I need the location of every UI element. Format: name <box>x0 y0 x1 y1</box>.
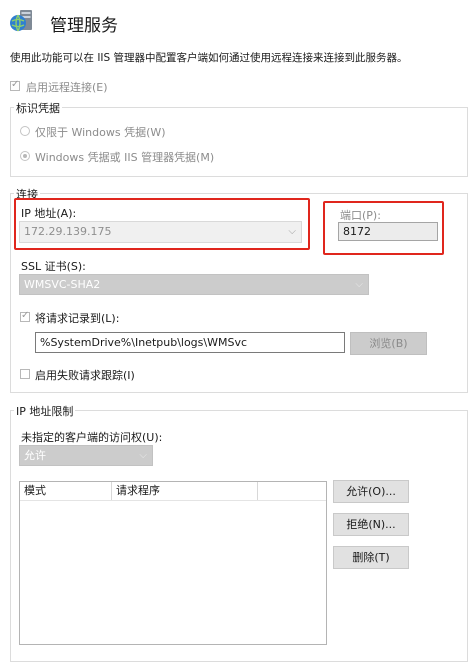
credentials-legend: 标识凭据 <box>14 100 62 116</box>
page-title: 管理服务 <box>50 16 118 36</box>
server-globe-icon <box>9 8 35 34</box>
credentials-group <box>10 107 468 177</box>
failed-request-tracing-checkbox[interactable] <box>20 369 30 379</box>
port-input[interactable]: 8172 <box>338 222 438 241</box>
log-requests-label: 将请求记录到(L): <box>35 312 120 325</box>
chevron-down-icon: ⌵ <box>288 226 296 237</box>
failed-request-tracing-label: 启用失败请求跟踪(I) <box>35 369 135 382</box>
chevron-down-icon: ⌵ <box>355 279 363 290</box>
ssl-certificate-combo[interactable]: WMSVC-SHA2 ⌵ <box>19 274 369 295</box>
allow-button[interactable]: 允许(O)... <box>333 480 409 503</box>
deny-button[interactable]: 拒绝(N)... <box>333 513 409 536</box>
windows-credentials-label: 仅限于 Windows 凭据(W) <box>35 126 166 139</box>
ip-address-combo[interactable]: 172.29.139.175 ⌵ <box>19 221 302 243</box>
port-label: 端口(P): <box>340 209 381 222</box>
page-description: 使用此功能可以在 IIS 管理器中配置客户端如何通过使用远程连接来连接到此服务器… <box>10 52 408 64</box>
ip-rules-table[interactable]: 模式 请求程序 <box>19 481 327 645</box>
ssl-certificate-label: SSL 证书(S): <box>21 260 86 273</box>
unspecified-access-combo[interactable]: 允许 ⌵ <box>19 445 153 466</box>
both-credentials-label: Windows 凭据或 IIS 管理器凭据(M) <box>35 151 215 164</box>
unspecified-access-label: 未指定的客户端的访问权(U): <box>21 431 163 444</box>
both-credentials-radio[interactable] <box>20 151 30 161</box>
ip-address-value: 172.29.139.175 <box>24 225 112 238</box>
unspecified-access-value: 允许 <box>24 449 46 462</box>
enable-remote-checkbox[interactable] <box>10 79 20 91</box>
ip-address-label: IP 地址(A): <box>21 207 77 220</box>
ssl-certificate-value: WMSVC-SHA2 <box>24 278 101 291</box>
windows-credentials-radio[interactable] <box>20 126 30 136</box>
table-header-mode[interactable]: 模式 <box>20 482 112 500</box>
browse-button[interactable]: 浏览(B) <box>350 332 427 355</box>
chevron-down-icon: ⌵ <box>139 450 147 461</box>
table-header-requester[interactable]: 请求程序 <box>112 482 258 500</box>
remove-button[interactable]: 删除(T) <box>333 546 409 569</box>
log-path-input[interactable]: %SystemDrive%\Inetpub\logs\WMSvc <box>35 332 345 353</box>
table-header-filler <box>258 482 326 500</box>
enable-remote-label: 启用远程连接(E) <box>26 81 108 94</box>
ip-restrictions-legend: IP 地址限制 <box>14 403 76 419</box>
log-requests-checkbox[interactable] <box>20 310 30 322</box>
